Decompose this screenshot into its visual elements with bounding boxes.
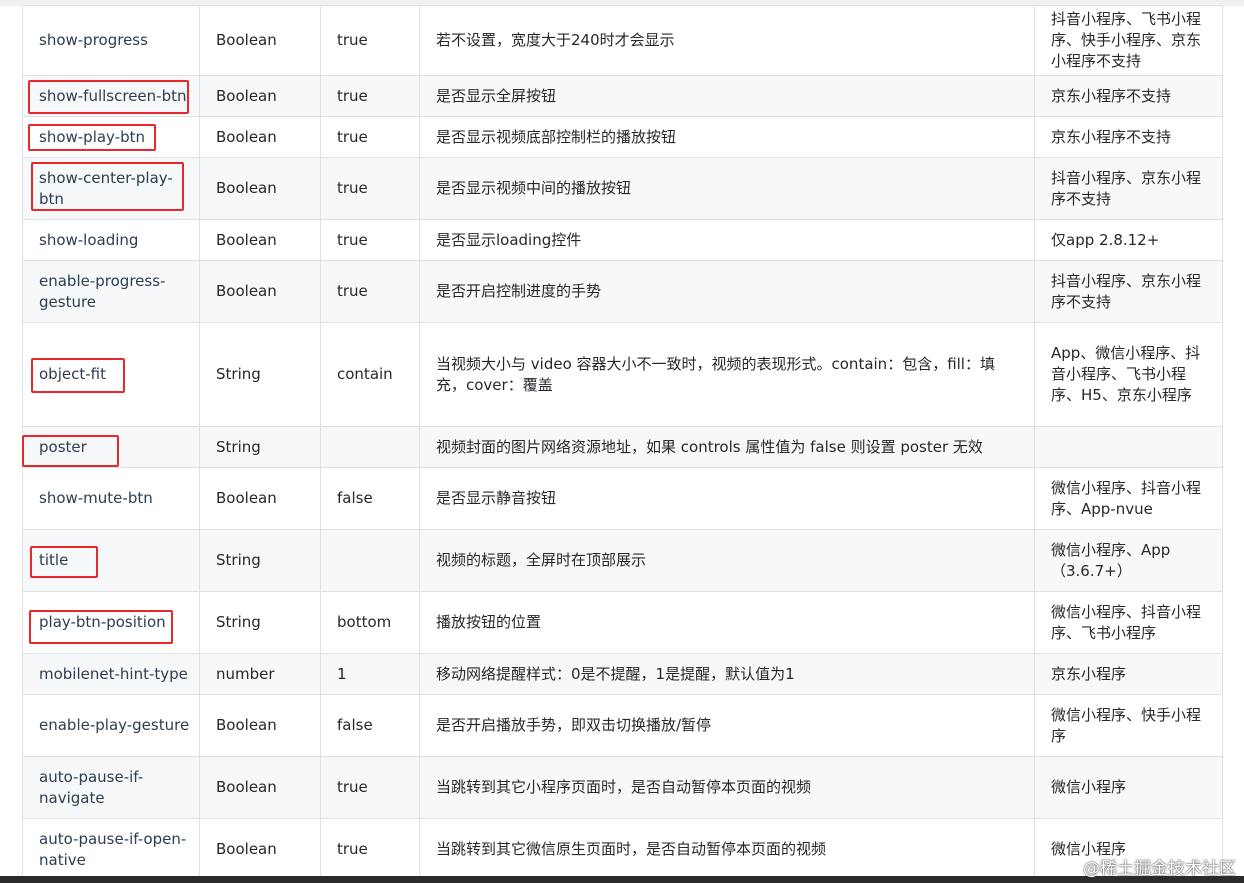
- prop-name: show-fullscreen-btn: [22, 75, 200, 117]
- prop-desc: 当跳转到其它小程序页面时，是否自动暂停本页面的视频: [419, 756, 1035, 819]
- prop-platform: 仅app 2.8.12+: [1034, 219, 1223, 261]
- prop-desc: 视频封面的图片网络资源地址，如果 controls 属性值为 false 则设置…: [419, 426, 1035, 468]
- prop-type: Boolean: [199, 219, 321, 261]
- prop-desc: 是否开启播放手势，即双击切换播放/暂停: [419, 694, 1035, 757]
- table-row: auto-pause-if-navigate Boolean true 当跳转到…: [22, 756, 1223, 819]
- prop-desc: 是否显示静音按钮: [419, 467, 1035, 530]
- prop-default: contain: [320, 322, 420, 427]
- table-row: show-play-btn Boolean true 是否显示视频底部控制栏的播…: [22, 116, 1223, 158]
- prop-platform: 微信小程序: [1034, 756, 1223, 819]
- prop-desc: 播放按钮的位置: [419, 591, 1035, 654]
- prop-name: object-fit: [22, 322, 200, 427]
- table-row: show-mute-btn Boolean false 是否显示静音按钮 微信小…: [22, 467, 1223, 530]
- prop-default: false: [320, 467, 420, 530]
- prop-platform: 抖音小程序、京东小程序不支持: [1034, 260, 1223, 323]
- bottom-edge-bar: [0, 876, 1244, 883]
- prop-name: show-play-btn: [22, 116, 200, 158]
- prop-default: [320, 529, 420, 592]
- prop-name: show-loading: [22, 219, 200, 261]
- table-row: object-fit String contain 当视频大小与 video 容…: [22, 322, 1223, 427]
- prop-desc: 移动网络提醒样式：0是不提醒，1是提醒，默认值为1: [419, 653, 1035, 695]
- prop-default: true: [320, 116, 420, 158]
- table-row: show-fullscreen-btn Boolean true 是否显示全屏按…: [22, 75, 1223, 117]
- prop-platform: [1034, 426, 1223, 468]
- prop-name: show-mute-btn: [22, 467, 200, 530]
- prop-platform: 京东小程序不支持: [1034, 116, 1223, 158]
- video-props-table: show-progress Boolean true 若不设置，宽度大于240时…: [22, 5, 1223, 881]
- prop-type: String: [199, 322, 321, 427]
- prop-platform: 微信小程序、快手小程序: [1034, 694, 1223, 757]
- prop-type: Boolean: [199, 818, 321, 881]
- prop-type: String: [199, 529, 321, 592]
- prop-default: true: [320, 260, 420, 323]
- prop-type: Boolean: [199, 467, 321, 530]
- prop-default: true: [320, 818, 420, 881]
- prop-desc: 视频的标题，全屏时在顶部展示: [419, 529, 1035, 592]
- table-row: play-btn-position String bottom 播放按钮的位置 …: [22, 591, 1223, 654]
- prop-desc: 是否显示loading控件: [419, 219, 1035, 261]
- prop-desc: 是否开启控制进度的手势: [419, 260, 1035, 323]
- prop-desc: 当跳转到其它微信原生页面时，是否自动暂停本页面的视频: [419, 818, 1035, 881]
- prop-name: play-btn-position: [22, 591, 200, 654]
- table-row: enable-play-gesture Boolean false 是否开启播放…: [22, 694, 1223, 757]
- prop-platform: 微信小程序、抖音小程序、飞书小程序: [1034, 591, 1223, 654]
- prop-platform: 微信小程序、App（3.6.7+）: [1034, 529, 1223, 592]
- prop-type: number: [199, 653, 321, 695]
- prop-platform: 抖音小程序、飞书小程序、快手小程序、京东小程序不支持: [1034, 5, 1223, 76]
- prop-name: show-progress: [22, 5, 200, 76]
- table-row: enable-progress-gesture Boolean true 是否开…: [22, 260, 1223, 323]
- prop-desc: 当视频大小与 video 容器大小不一致时，视频的表现形式。contain：包含…: [419, 322, 1035, 427]
- prop-default: [320, 426, 420, 468]
- table-row: show-loading Boolean true 是否显示loading控件 …: [22, 219, 1223, 261]
- prop-platform: 京东小程序不支持: [1034, 75, 1223, 117]
- watermark: @稀土掘金技术社区: [1083, 859, 1236, 879]
- table-row: poster String 视频封面的图片网络资源地址，如果 controls …: [22, 426, 1223, 468]
- prop-type: Boolean: [199, 5, 321, 76]
- prop-type: String: [199, 426, 321, 468]
- prop-name: enable-play-gesture: [22, 694, 200, 757]
- prop-name: poster: [22, 426, 200, 468]
- prop-platform: 微信小程序、抖音小程序、App-nvue: [1034, 467, 1223, 530]
- prop-default: false: [320, 694, 420, 757]
- prop-platform: 抖音小程序、京东小程序不支持: [1034, 157, 1223, 220]
- prop-default: true: [320, 5, 420, 76]
- prop-name: auto-pause-if-open-native: [22, 818, 200, 881]
- prop-type: String: [199, 591, 321, 654]
- prop-default: bottom: [320, 591, 420, 654]
- prop-default: true: [320, 219, 420, 261]
- prop-default: true: [320, 75, 420, 117]
- prop-desc: 若不设置，宽度大于240时才会显示: [419, 5, 1035, 76]
- prop-default: true: [320, 756, 420, 819]
- prop-type: Boolean: [199, 694, 321, 757]
- prop-name: title: [22, 529, 200, 592]
- prop-desc: 是否显示视频中间的播放按钮: [419, 157, 1035, 220]
- table-row: show-progress Boolean true 若不设置，宽度大于240时…: [22, 5, 1223, 76]
- prop-default: 1: [320, 653, 420, 695]
- prop-platform: 京东小程序: [1034, 653, 1223, 695]
- prop-name: mobilenet-hint-type: [22, 653, 200, 695]
- prop-type: Boolean: [199, 116, 321, 158]
- prop-default: true: [320, 157, 420, 220]
- table-row: title String 视频的标题，全屏时在顶部展示 微信小程序、App（3.…: [22, 529, 1223, 592]
- prop-desc: 是否显示视频底部控制栏的播放按钮: [419, 116, 1035, 158]
- table-row: show-center-play-btn Boolean true 是否显示视频…: [22, 157, 1223, 220]
- prop-type: Boolean: [199, 260, 321, 323]
- prop-desc: 是否显示全屏按钮: [419, 75, 1035, 117]
- prop-type: Boolean: [199, 157, 321, 220]
- prop-name: show-center-play-btn: [22, 157, 200, 220]
- prop-type: Boolean: [199, 756, 321, 819]
- table-row: mobilenet-hint-type number 1 移动网络提醒样式：0是…: [22, 653, 1223, 695]
- prop-type: Boolean: [199, 75, 321, 117]
- prop-name: enable-progress-gesture: [22, 260, 200, 323]
- prop-name: auto-pause-if-navigate: [22, 756, 200, 819]
- table-row: auto-pause-if-open-native Boolean true 当…: [22, 818, 1223, 881]
- prop-platform: App、微信小程序、抖音小程序、飞书小程序、H5、京东小程序: [1034, 322, 1223, 427]
